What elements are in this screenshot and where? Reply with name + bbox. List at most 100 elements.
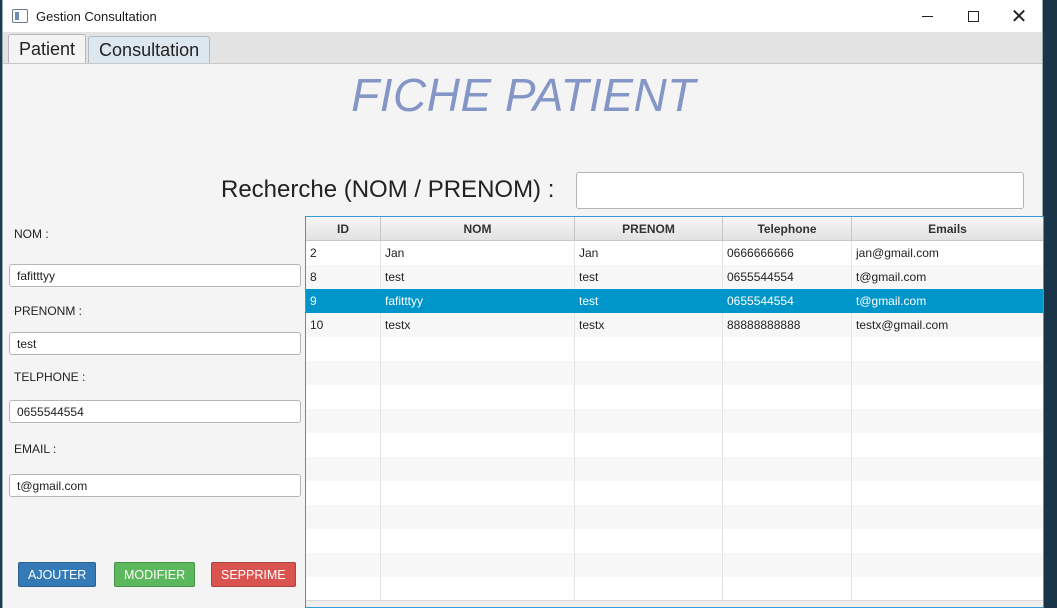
empty-cell — [723, 553, 852, 577]
maximize-icon[interactable] — [950, 0, 996, 32]
title-bar: Gestion Consultation ✕ — [3, 0, 1042, 32]
empty-cell — [852, 553, 1043, 577]
empty-table-row — [306, 409, 1043, 433]
empty-cell — [381, 481, 575, 505]
horizontal-scrollbar[interactable] — [306, 600, 1043, 607]
page-title: FICHE PATIENT — [351, 69, 696, 121]
column-header-nom[interactable]: NOM — [381, 217, 575, 240]
empty-cell — [852, 505, 1043, 529]
empty-cell — [575, 505, 723, 529]
tab-patient[interactable]: Patient — [8, 34, 87, 63]
empty-cell — [575, 409, 723, 433]
add-button[interactable]: AJOUTER — [18, 562, 97, 587]
empty-table-row — [306, 529, 1043, 553]
cell-nom: test — [381, 265, 575, 289]
empty-cell — [723, 337, 852, 361]
empty-cell — [306, 505, 381, 529]
empty-cell — [381, 385, 575, 409]
empty-cell — [723, 481, 852, 505]
cell-telephone: 88888888888 — [723, 313, 852, 337]
column-header-telephone[interactable]: Telephone — [723, 217, 852, 240]
telephone-field[interactable] — [9, 400, 301, 423]
empty-cell — [852, 529, 1043, 553]
empty-table-row — [306, 457, 1043, 481]
empty-cell — [575, 361, 723, 385]
patient-table[interactable]: ID NOM PRENOM Telephone Emails 2 Jan Jan 06… — [305, 216, 1044, 608]
empty-cell — [723, 577, 852, 601]
table-row[interactable]: 8 test test 0655544554 t@gmail.com — [306, 265, 1043, 289]
empty-cell — [381, 529, 575, 553]
empty-cell — [852, 433, 1043, 457]
empty-cell — [306, 337, 381, 361]
cell-id: 8 — [306, 265, 381, 289]
delete-button[interactable]: SEPPRIME — [211, 562, 296, 587]
empty-table-row — [306, 577, 1043, 601]
cell-nom: fafitttyy — [381, 289, 575, 313]
cell-id: 2 — [306, 241, 381, 265]
cell-email: jan@gmail.com — [856, 246, 939, 260]
empty-table-row — [306, 505, 1043, 529]
empty-cell — [723, 529, 852, 553]
empty-cell — [381, 505, 575, 529]
table-row[interactable]: 10 testx testx 88888888888 testx@gmail.com — [306, 313, 1043, 337]
empty-table-row — [306, 385, 1043, 409]
column-header-emails[interactable]: Emails — [852, 217, 1043, 240]
empty-cell — [575, 385, 723, 409]
table-row[interactable]: 9 fafitttyy test 0655544554 t@gmail.com — [306, 289, 1043, 313]
table-body: 2 Jan Jan 0666666666 jan@gmail.com 8 test test 0… — [306, 241, 1043, 601]
empty-cell — [575, 433, 723, 457]
empty-cell — [306, 361, 381, 385]
empty-table-row — [306, 337, 1043, 361]
minimize-icon[interactable] — [904, 0, 950, 32]
empty-table-row — [306, 433, 1043, 457]
edit-button[interactable]: MODIFIER — [114, 562, 196, 587]
empty-cell — [852, 337, 1043, 361]
empty-cell — [381, 361, 575, 385]
empty-cell — [306, 529, 381, 553]
empty-cell — [306, 409, 381, 433]
empty-cell — [306, 577, 381, 601]
table-row[interactable]: 2 Jan Jan 0666666666 jan@gmail.com — [306, 241, 1043, 265]
cell-telephone: 0666666666 — [723, 241, 852, 265]
empty-cell — [723, 433, 852, 457]
app-window: Gestion Consultation ✕ Patient Consultat… — [2, 0, 1044, 608]
empty-table-row — [306, 553, 1043, 577]
cell-email: testx@gmail.com — [856, 318, 949, 332]
empty-cell — [306, 457, 381, 481]
email-label: EMAIL : — [14, 442, 57, 456]
column-header-prenom[interactable]: PRENOM — [575, 217, 723, 240]
close-icon[interactable]: ✕ — [996, 0, 1042, 32]
cell-telephone: 0655544554 — [723, 289, 852, 313]
empty-cell — [723, 457, 852, 481]
cell-id: 10 — [306, 313, 381, 337]
empty-cell — [575, 529, 723, 553]
empty-cell — [723, 361, 852, 385]
empty-cell — [723, 385, 852, 409]
cell-email: t@gmail.com — [856, 270, 927, 284]
empty-table-row — [306, 361, 1043, 385]
empty-cell — [575, 553, 723, 577]
email-field[interactable] — [9, 474, 301, 497]
empty-cell — [381, 337, 575, 361]
table-header: ID NOM PRENOM Telephone Emails — [306, 217, 1043, 241]
empty-cell — [852, 385, 1043, 409]
cell-nom: Jan — [381, 241, 575, 265]
empty-cell — [381, 553, 575, 577]
nom-field[interactable] — [9, 264, 301, 287]
search-input[interactable] — [576, 172, 1024, 209]
cell-nom: testx — [381, 313, 575, 337]
empty-cell — [852, 481, 1043, 505]
prenom-field[interactable] — [9, 332, 301, 355]
cell-prenom: test — [575, 289, 723, 313]
nom-label: NOM : — [14, 227, 49, 241]
window-controls: ✕ — [904, 0, 1042, 32]
empty-table-row — [306, 481, 1043, 505]
empty-cell — [852, 577, 1043, 601]
empty-cell — [306, 481, 381, 505]
empty-cell — [852, 409, 1043, 433]
column-header-id[interactable]: ID — [306, 217, 381, 240]
empty-cell — [381, 409, 575, 433]
empty-cell — [306, 385, 381, 409]
tab-consultation[interactable]: Consultation — [88, 36, 211, 63]
empty-cell — [575, 337, 723, 361]
